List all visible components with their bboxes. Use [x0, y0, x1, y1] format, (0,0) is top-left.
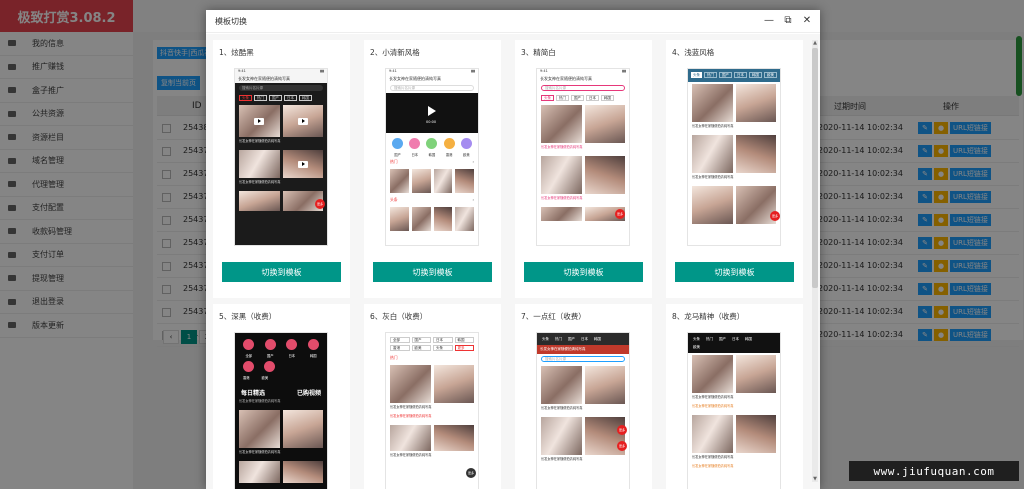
modal-controls: — ⧉ ✕ [764, 15, 812, 27]
template-title: 7、一点红（收费） [521, 312, 586, 321]
template-card-1: 1、炫酷黑 9:41 ▮▮ 长发女神在家随便拍清纯写真 搜索片名片源 头条 热门 … [213, 40, 350, 298]
modal-scrollbar[interactable]: ▲ ▼ [812, 40, 818, 482]
template-card-3: 3、精简白 9:41 ▮▮ 长发女神在家随便拍清纯写真 搜索片名片源 头条 热门 … [515, 40, 652, 298]
template-card-7: 7、一点红（收费） 头条 热门 国产 日本 韩国 长发女神在家随便拍清纯写真 搜… [515, 304, 652, 489]
template-preview-2: 9:41 ▮▮ 长发女神在家随便拍清纯写真 搜索片名片源 00:00 国产 日本 韩国… [385, 68, 479, 246]
template-preview-4: 头条 热门 国产 日本 韩国 欧美 长发女神在家随便拍清纯写真 长发女神在家随便… [687, 68, 781, 246]
template-card-8: 8、龙马精神（收费） 头条 热门 国产 日本 韩国 欧美 长发女神在家随便拍清纯… [666, 304, 803, 489]
template-title: 3、精简白 [521, 48, 556, 57]
switch-template-3-button[interactable]: 切换到模板 [524, 262, 643, 282]
template-preview-5: 全部 国产 日本 韩国 香港 欧美 每日精选 已购视频 长发女神在家随便拍清纯写真 长发女… [234, 332, 328, 489]
template-title: 4、浅蓝风格 [672, 48, 715, 57]
modal-body: 1、炫酷黑 9:41 ▮▮ 长发女神在家随便拍清纯写真 搜索片名片源 头条 热门 … [206, 34, 820, 489]
modal-header: 模板切换 [206, 10, 820, 33]
close-icon[interactable]: ✕ [802, 15, 812, 27]
maximize-icon[interactable]: ⧉ [783, 15, 793, 27]
template-title: 2、小清新风格 [370, 48, 420, 57]
template-preview-6: 全部 国产 日本 韩国 香港 欧美 头条 更多 热门 长发女神在家随便拍清纯写真… [385, 332, 479, 489]
template-preview-8: 头条 热门 国产 日本 韩国 欧美 长发女神在家随便拍清纯写真 长发女神在家随便… [687, 332, 781, 489]
scrollbar-thumb[interactable] [812, 48, 818, 288]
scroll-up-icon[interactable]: ▲ [812, 40, 818, 46]
template-card-6: 6、灰白（收费） 全部 国产 日本 韩国 香港 欧美 头条 更多 热门 长发女神… [364, 304, 501, 489]
scroll-down-icon[interactable]: ▼ [812, 476, 818, 482]
template-preview-7: 头条 热门 国产 日本 韩国 长发女神在家随便拍清纯写真 搜索片名片源 长发女神… [536, 332, 630, 489]
switch-template-4-button[interactable]: 切换到模板 [675, 262, 794, 282]
minimize-icon[interactable]: — [764, 15, 774, 27]
template-preview-3: 9:41 ▮▮ 长发女神在家随便拍清纯写真 搜索片名片源 头条 热门 国产 日本 … [536, 68, 630, 246]
template-title: 5、深黑（收费） [219, 312, 277, 321]
template-preview-1: 9:41 ▮▮ 长发女神在家随便拍清纯写真 搜索片名片源 头条 热门 国产 日本 … [234, 68, 328, 246]
switch-template-2-button[interactable]: 切换到模板 [373, 262, 492, 282]
template-card-2: 2、小清新风格 9:41 ▮▮ 长发女神在家随便拍清纯写真 搜索片名片源 00:0… [364, 40, 501, 298]
template-title: 8、龙马精神（收费） [672, 312, 745, 321]
template-title: 1、炫酷黑 [219, 48, 254, 57]
template-title: 6、灰白（收费） [370, 312, 428, 321]
template-card-4: 4、浅蓝风格 头条 热门 国产 日本 韩国 欧美 长发女神在家随便拍清纯写真 长… [666, 40, 803, 298]
template-switch-modal: 模板切换 — ⧉ ✕ 1、炫酷黑 9:41 ▮▮ 长发女神在家随便拍清纯写真 搜索… [206, 10, 820, 489]
switch-template-1-button[interactable]: 切换到模板 [222, 262, 341, 282]
modal-title: 模板切换 [215, 16, 247, 26]
watermark: www.jiufuquan.com [849, 461, 1019, 481]
template-card-5: 5、深黑（收费） 全部 国产 日本 韩国 香港 欧美 每日精选 已购视频 长发女神在家随 [213, 304, 350, 489]
